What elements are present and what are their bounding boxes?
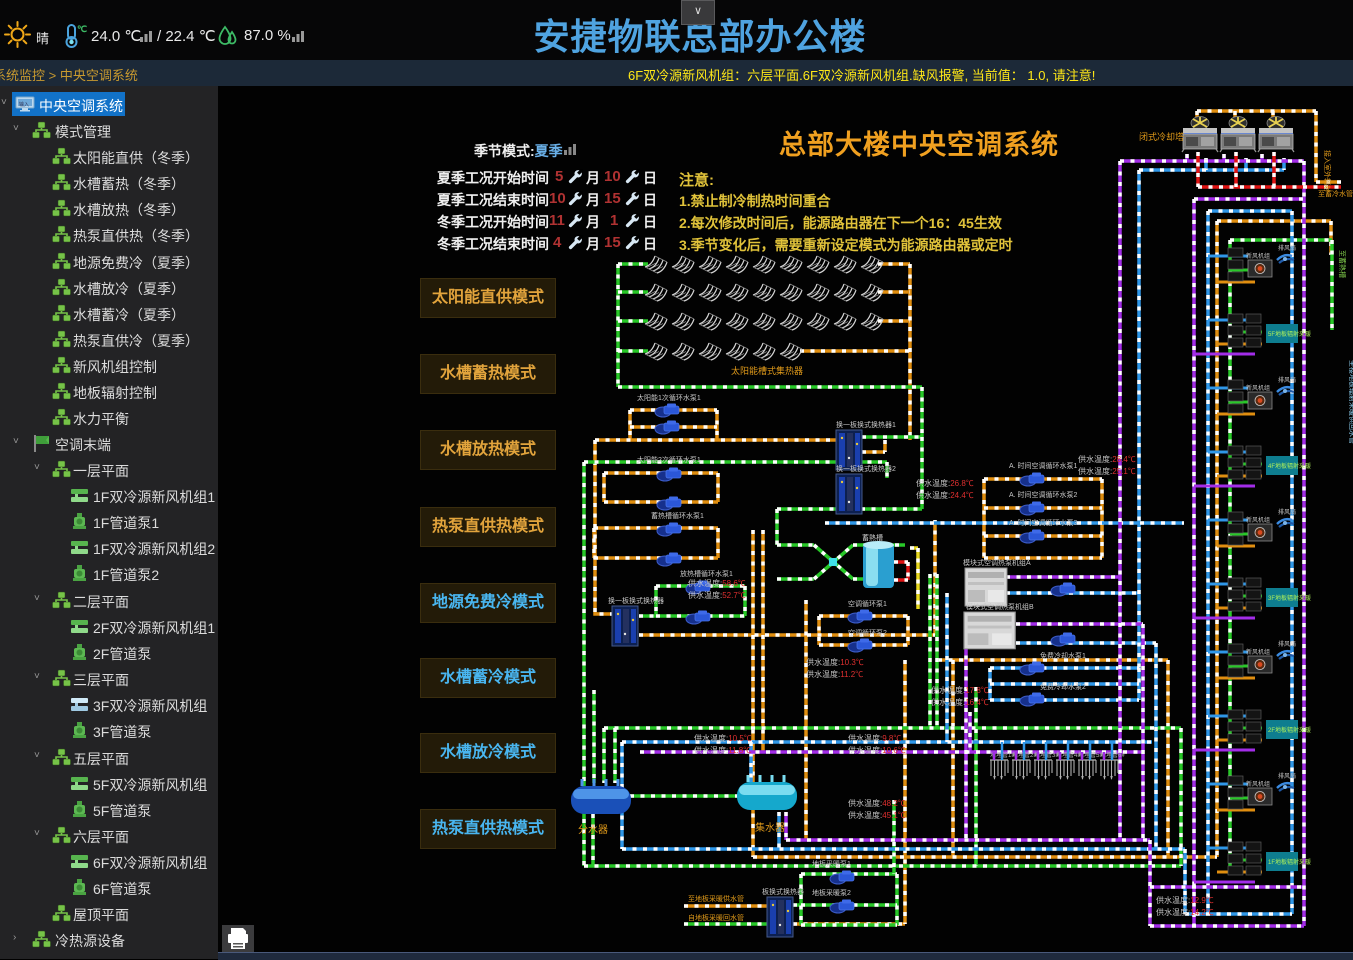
svg-text:至蓄熱槽: 至蓄熱槽 xyxy=(1338,250,1347,278)
svg-text:供水温度:11.8℃: 供水温度:11.8℃ xyxy=(694,745,751,755)
svg-text:供水温度:52.7℃: 供水温度:52.7℃ xyxy=(688,590,746,600)
svg-text:蓄热槽循环水泵1: 蓄热槽循环水泵1 xyxy=(651,511,704,520)
svg-text:输入: 输入 xyxy=(19,101,29,108)
svg-text:分水器: 分水器 xyxy=(578,824,608,836)
svg-text:太阳能槽式集热器: 太阳能槽式集热器 xyxy=(731,365,803,376)
svg-text:供水温度:26.8℃: 供水温度:26.8℃ xyxy=(916,478,974,488)
svg-text:供水温度:16.4℃: 供水温度:16.4℃ xyxy=(931,697,989,707)
svg-text:地板采暖泵1: 地板采暖泵1 xyxy=(812,859,851,868)
svg-text:模块式空调热泵机组B: 模块式空调热泵机组B xyxy=(966,602,1034,611)
svg-text:至地板采暖供水管: 至地板采暖供水管 xyxy=(688,894,744,903)
svg-text:供水温度:25.1℃: 供水温度:25.1℃ xyxy=(1078,466,1136,476)
svg-text:供水温度:28.4℃: 供水温度:28.4℃ xyxy=(1078,454,1136,464)
svg-text:排风扇: 排风扇 xyxy=(1278,772,1296,780)
svg-text:放热槽循环水泵1: 放热槽循环水泵1 xyxy=(680,569,733,578)
svg-text:换一板换式换热器: 换一板换式换热器 xyxy=(608,596,664,605)
svg-text:2F地板辐射采暖: 2F地板辐射采暖 xyxy=(1268,726,1311,734)
svg-text:供水温度:9.8℃: 供水温度:9.8℃ xyxy=(848,733,901,743)
svg-text:A. 时间空调循环水泵2: A. 时间空调循环水泵2 xyxy=(1009,490,1078,499)
svg-text:换一板换式换热器1: 换一板换式换热器1 xyxy=(836,420,896,429)
svg-text:供水温度:10.6℃: 供水温度:10.6℃ xyxy=(848,745,906,755)
svg-text:A. 时间空调循环水泵3: A. 时间空调循环水泵3 xyxy=(1009,518,1078,527)
svg-text:排风扇: 排风扇 xyxy=(1278,244,1296,252)
svg-text:板换式换热器: 板换式换热器 xyxy=(762,887,804,896)
svg-text:供水温度:14.2℃: 供水温度:14.2℃ xyxy=(1156,907,1214,917)
svg-text:蓄熱槽: 蓄熱槽 xyxy=(862,533,883,542)
svg-text:排风扇: 排风扇 xyxy=(1278,640,1296,648)
svg-text:排风扇: 排风扇 xyxy=(1278,376,1296,384)
svg-text:供水温度:10.5℃: 供水温度:10.5℃ xyxy=(694,733,752,743)
svg-text:至蓄冷水管: 至蓄冷水管 xyxy=(1318,189,1353,198)
svg-text:4F地板辐射采暖: 4F地板辐射采暖 xyxy=(1268,462,1311,470)
svg-text:新风机组: 新风机组 xyxy=(1246,516,1270,524)
svg-text:供水温度:58.6℃: 供水温度:58.6℃ xyxy=(688,578,746,588)
svg-text:新风机组: 新风机组 xyxy=(1246,252,1270,260)
svg-text:新风机组: 新风机组 xyxy=(1246,648,1270,656)
svg-text:太阳能2次循环水泵1: 太阳能2次循环水泵1 xyxy=(637,455,701,464)
svg-text:接入室外辐射: 接入室外辐射 xyxy=(1323,150,1332,192)
svg-text:供水温度:11.2℃: 供水温度:11.2℃ xyxy=(806,669,863,679)
svg-text:排风扇: 排风扇 xyxy=(1278,508,1296,516)
svg-text:免费冷却水泵2: 免费冷却水泵2 xyxy=(1040,682,1086,691)
svg-text:空调循环泵2: 空调循环泵2 xyxy=(848,628,887,637)
svg-text:供水温度:48.2℃: 供水温度:48.2℃ xyxy=(848,798,906,808)
svg-text:空调循环泵1: 空调循环泵1 xyxy=(848,599,887,608)
svg-text:闭式冷却塔: 闭式冷却塔 xyxy=(1139,131,1184,142)
svg-text:1F地板辐射采暖: 1F地板辐射采暖 xyxy=(1268,858,1311,866)
svg-text:太阳能1次循环水泵1: 太阳能1次循环水泵1 xyxy=(637,393,701,402)
svg-text:自地板采暖回水管: 自地板采暖回水管 xyxy=(688,913,744,922)
svg-text:5F地板辐射采暖: 5F地板辐射采暖 xyxy=(1268,330,1311,338)
svg-text:供水温度:45.1℃: 供水温度:45.1℃ xyxy=(848,810,906,820)
svg-text:A. 时间空调循环水泵1: A. 时间空调循环水泵1 xyxy=(1009,461,1078,470)
svg-text:新风机组: 新风机组 xyxy=(1246,384,1270,392)
svg-text:供水温度:17.8℃: 供水温度:17.8℃ xyxy=(931,685,989,695)
svg-text:地板采暖泵2: 地板采暖泵2 xyxy=(812,888,851,897)
svg-text:换一板换式换热器2: 换一板换式换热器2 xyxy=(836,464,896,473)
svg-text:供水温度:12.9℃: 供水温度:12.9℃ xyxy=(1156,895,1214,905)
svg-text:模块式空调热泵机组A: 模块式空调热泵机组A xyxy=(963,558,1031,567)
svg-text:3F地板辐射采暖: 3F地板辐射采暖 xyxy=(1268,594,1311,602)
svg-text:供水温度:24.4℃: 供水温度:24.4℃ xyxy=(916,490,974,500)
svg-text:℃: ℃ xyxy=(77,24,87,34)
svg-text:新风机组: 新风机组 xyxy=(1246,780,1270,788)
svg-text:免费冷却水泵1: 免费冷却水泵1 xyxy=(1040,651,1086,660)
svg-text:集水器: 集水器 xyxy=(755,821,785,834)
svg-text:全楼地板辐射采暖供回水管: 全楼地板辐射采暖供回水管 xyxy=(1348,360,1353,444)
svg-text:供水温度:10.3℃: 供水温度:10.3℃ xyxy=(806,657,864,667)
